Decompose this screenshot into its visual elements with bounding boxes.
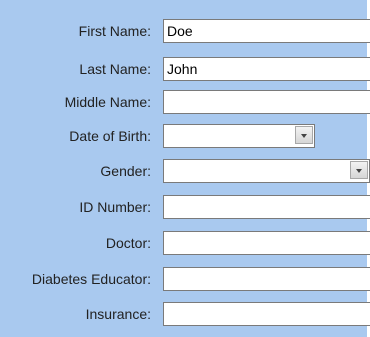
gender-label: Gender: [100,163,151,179]
date-of-birth-label: Date of Birth: [69,128,151,144]
insurance-row: Insurance: [0,302,370,326]
insurance-input[interactable] [163,302,370,326]
chevron-down-icon [356,169,362,173]
diabetes-educator-row: Diabetes Educator: [0,267,370,291]
middle-name-row: Middle Name: [0,90,370,114]
id-number-label: ID Number: [79,199,151,215]
date-of-birth-dropdown-button[interactable] [295,126,313,144]
last-name-row: Last Name: [0,57,370,81]
last-name-label: Last Name: [79,61,151,77]
id-number-input[interactable] [163,195,370,219]
gender-row: Gender: [0,159,370,183]
id-number-row: ID Number: [0,195,370,219]
doctor-label: Doctor: [105,235,151,251]
date-of-birth-dropdown[interactable] [163,124,315,148]
gender-dropdown-button[interactable] [350,161,368,179]
diabetes-educator-label: Diabetes Educator: [31,271,151,287]
patient-info-form: First Name: Last Name: Middle Name: Date… [0,0,370,337]
doctor-row: Doctor: [0,231,370,255]
date-of-birth-row: Date of Birth: [0,124,370,148]
first-name-row: First Name: [0,19,370,43]
chevron-down-icon [301,134,307,138]
doctor-input[interactable] [163,231,370,255]
insurance-label: Insurance: [85,306,151,322]
first-name-label: First Name: [78,23,151,39]
gender-dropdown[interactable] [163,159,370,183]
middle-name-input[interactable] [163,90,370,114]
first-name-input[interactable] [163,19,370,43]
last-name-input[interactable] [163,57,370,81]
middle-name-label: Middle Name: [64,94,151,110]
diabetes-educator-input[interactable] [163,267,370,291]
